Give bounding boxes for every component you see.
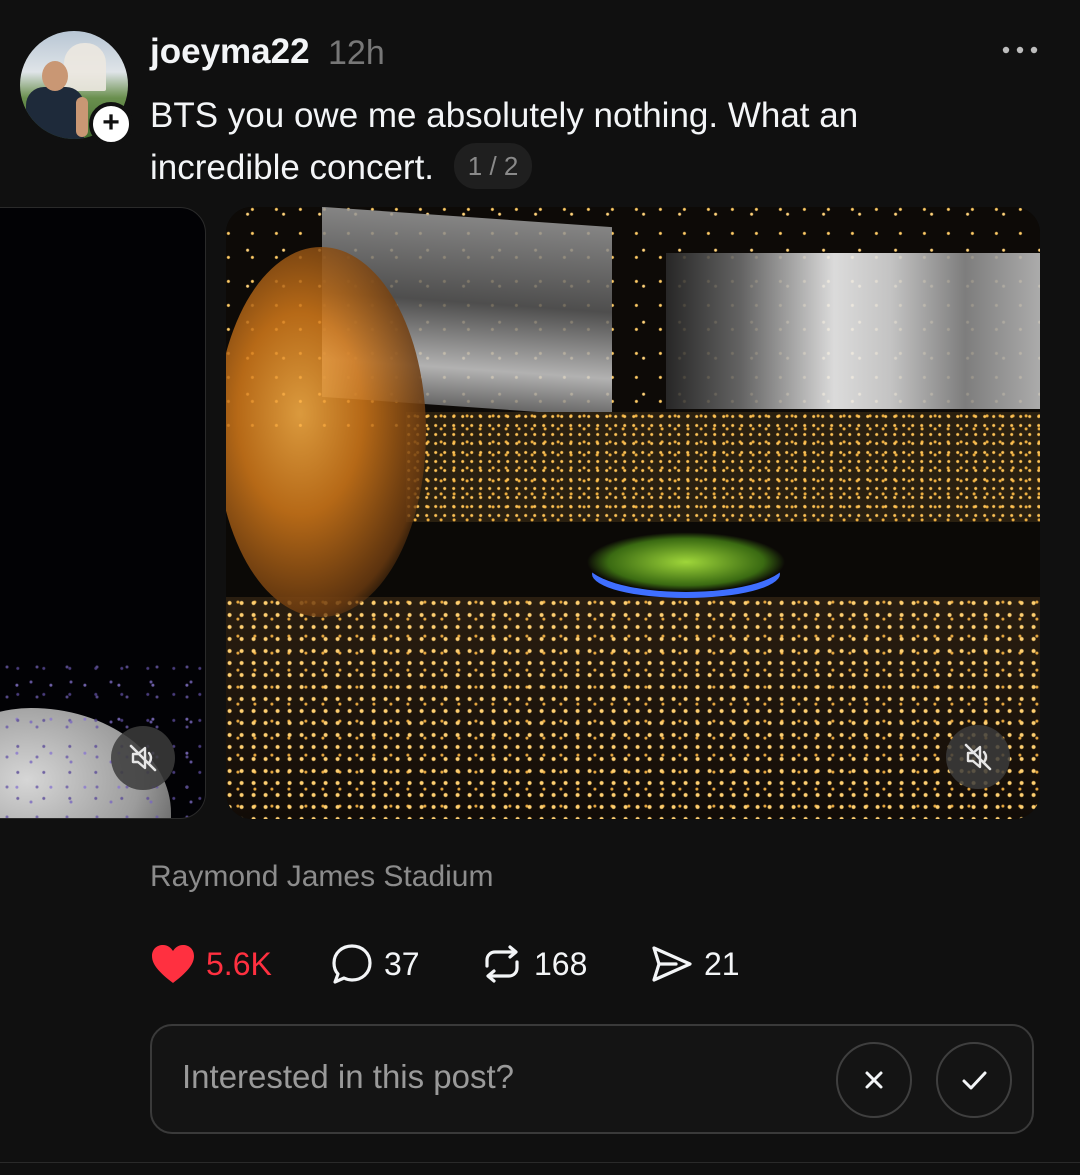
follow-plus-icon[interactable]: +: [89, 102, 133, 146]
heart-icon: [152, 945, 194, 983]
mute-button-current[interactable]: [946, 725, 1010, 789]
like-button[interactable]: 5.6K: [150, 938, 272, 990]
volume-muted-icon: [129, 744, 157, 772]
comment-count: 37: [384, 945, 420, 982]
interest-prompt-box: Interested in this post?: [150, 1024, 1034, 1134]
post-divider: [0, 1162, 1080, 1163]
comment-button[interactable]: 37: [330, 938, 420, 990]
repost-count: 168: [534, 945, 588, 982]
media-item-previous[interactable]: [0, 207, 206, 819]
media-lightstick: [226, 247, 426, 617]
like-count: 5.6K: [206, 945, 272, 982]
comment-bubble-icon: [332, 944, 372, 984]
send-icon: [652, 946, 692, 982]
dismiss-button[interactable]: [836, 1042, 912, 1118]
avatar-person-head: [42, 61, 68, 91]
repost-arrows-icon: [485, 945, 519, 983]
post-location[interactable]: Raymond James Stadium: [150, 860, 493, 894]
share-count: 21: [704, 945, 740, 982]
action-bar: 5.6K 37 168 21: [150, 938, 850, 990]
post-timestamp: 12h: [328, 34, 385, 72]
media-stage: [586, 532, 786, 592]
media-item-current[interactable]: [226, 207, 1040, 819]
interest-prompt-text: Interested in this post?: [182, 1058, 515, 1095]
media-crowd-lights: [0, 658, 205, 818]
share-button[interactable]: 21: [650, 938, 740, 990]
volume-muted-icon: [964, 743, 992, 771]
username[interactable]: joeyma22: [150, 32, 310, 72]
post-text-container: BTS you owe me absolutely nothing. What …: [150, 90, 940, 194]
avatar-background-monument: [64, 43, 106, 91]
repost-button[interactable]: 168: [480, 938, 587, 990]
avatar-person-arm: [76, 97, 88, 137]
media-crowd-upper: [406, 412, 1040, 522]
close-icon: [865, 1071, 883, 1089]
media-crowd-lower: [226, 597, 1040, 819]
media-video-screen-right: [666, 253, 1040, 409]
checkmark-icon: [962, 1071, 987, 1090]
media-page-indicator: 1 / 2: [453, 143, 533, 189]
more-horizontal-icon[interactable]: [998, 28, 1042, 72]
accept-button[interactable]: [936, 1042, 1012, 1118]
mute-button-previous[interactable]: [111, 726, 175, 790]
